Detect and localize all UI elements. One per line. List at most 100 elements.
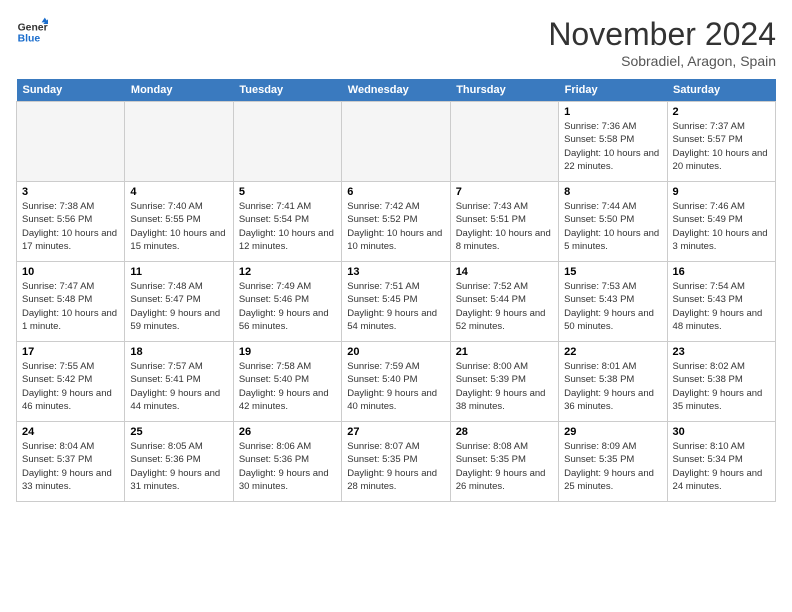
calendar-week-row: 10 Sunrise: 7:47 AMSunset: 5:48 PMDaylig… [17, 262, 776, 342]
logo-icon: General Blue [16, 16, 48, 48]
day-info: Sunrise: 7:47 AMSunset: 5:48 PMDaylight:… [22, 280, 119, 333]
day-number: 3 [22, 186, 119, 198]
day-info: Sunrise: 7:36 AMSunset: 5:58 PMDaylight:… [564, 120, 661, 173]
day-number: 12 [239, 266, 336, 278]
day-number: 17 [22, 346, 119, 358]
day-info: Sunrise: 7:58 AMSunset: 5:40 PMDaylight:… [239, 360, 336, 413]
calendar-week-row: 3 Sunrise: 7:38 AMSunset: 5:56 PMDayligh… [17, 182, 776, 262]
calendar-day-cell: 22 Sunrise: 8:01 AMSunset: 5:38 PMDaylig… [559, 342, 667, 422]
calendar-day-cell: 5 Sunrise: 7:41 AMSunset: 5:54 PMDayligh… [233, 182, 341, 262]
month-title: November 2024 [548, 16, 776, 53]
calendar-day-cell: 8 Sunrise: 7:44 AMSunset: 5:50 PMDayligh… [559, 182, 667, 262]
day-number: 11 [130, 266, 227, 278]
calendar-day-cell: 18 Sunrise: 7:57 AMSunset: 5:41 PMDaylig… [125, 342, 233, 422]
day-number: 9 [673, 186, 770, 198]
day-info: Sunrise: 7:54 AMSunset: 5:43 PMDaylight:… [673, 280, 770, 333]
calendar-day-cell [125, 102, 233, 182]
day-number: 7 [456, 186, 553, 198]
day-info: Sunrise: 7:53 AMSunset: 5:43 PMDaylight:… [564, 280, 661, 333]
location-subtitle: Sobradiel, Aragon, Spain [548, 53, 776, 69]
weekday-header: Saturday [667, 79, 775, 102]
calendar-day-cell: 12 Sunrise: 7:49 AMSunset: 5:46 PMDaylig… [233, 262, 341, 342]
calendar-day-cell: 25 Sunrise: 8:05 AMSunset: 5:36 PMDaylig… [125, 422, 233, 502]
day-info: Sunrise: 7:43 AMSunset: 5:51 PMDaylight:… [456, 200, 553, 253]
day-number: 27 [347, 426, 444, 438]
calendar-day-cell: 26 Sunrise: 8:06 AMSunset: 5:36 PMDaylig… [233, 422, 341, 502]
day-info: Sunrise: 7:41 AMSunset: 5:54 PMDaylight:… [239, 200, 336, 253]
day-number: 30 [673, 426, 770, 438]
day-number: 24 [22, 426, 119, 438]
day-number: 25 [130, 426, 227, 438]
day-info: Sunrise: 7:42 AMSunset: 5:52 PMDaylight:… [347, 200, 444, 253]
calendar-day-cell [450, 102, 558, 182]
day-number: 10 [22, 266, 119, 278]
day-number: 4 [130, 186, 227, 198]
day-info: Sunrise: 7:55 AMSunset: 5:42 PMDaylight:… [22, 360, 119, 413]
weekday-header-row: SundayMondayTuesdayWednesdayThursdayFrid… [17, 79, 776, 102]
calendar-day-cell [17, 102, 125, 182]
day-info: Sunrise: 8:01 AMSunset: 5:38 PMDaylight:… [564, 360, 661, 413]
day-info: Sunrise: 7:40 AMSunset: 5:55 PMDaylight:… [130, 200, 227, 253]
day-number: 15 [564, 266, 661, 278]
day-info: Sunrise: 7:46 AMSunset: 5:49 PMDaylight:… [673, 200, 770, 253]
day-info: Sunrise: 7:52 AMSunset: 5:44 PMDaylight:… [456, 280, 553, 333]
calendar-week-row: 1 Sunrise: 7:36 AMSunset: 5:58 PMDayligh… [17, 102, 776, 182]
calendar-day-cell: 23 Sunrise: 8:02 AMSunset: 5:38 PMDaylig… [667, 342, 775, 422]
day-number: 26 [239, 426, 336, 438]
day-number: 2 [673, 106, 770, 118]
day-info: Sunrise: 8:06 AMSunset: 5:36 PMDaylight:… [239, 440, 336, 493]
calendar-day-cell: 21 Sunrise: 8:00 AMSunset: 5:39 PMDaylig… [450, 342, 558, 422]
day-info: Sunrise: 8:05 AMSunset: 5:36 PMDaylight:… [130, 440, 227, 493]
day-number: 23 [673, 346, 770, 358]
calendar-day-cell: 17 Sunrise: 7:55 AMSunset: 5:42 PMDaylig… [17, 342, 125, 422]
calendar-day-cell: 13 Sunrise: 7:51 AMSunset: 5:45 PMDaylig… [342, 262, 450, 342]
calendar-day-cell: 7 Sunrise: 7:43 AMSunset: 5:51 PMDayligh… [450, 182, 558, 262]
calendar-day-cell: 6 Sunrise: 7:42 AMSunset: 5:52 PMDayligh… [342, 182, 450, 262]
calendar-table: SundayMondayTuesdayWednesdayThursdayFrid… [16, 79, 776, 502]
calendar-day-cell: 4 Sunrise: 7:40 AMSunset: 5:55 PMDayligh… [125, 182, 233, 262]
calendar-day-cell: 1 Sunrise: 7:36 AMSunset: 5:58 PMDayligh… [559, 102, 667, 182]
svg-text:General: General [18, 22, 48, 33]
day-number: 18 [130, 346, 227, 358]
calendar-day-cell: 19 Sunrise: 7:58 AMSunset: 5:40 PMDaylig… [233, 342, 341, 422]
calendar-day-cell: 3 Sunrise: 7:38 AMSunset: 5:56 PMDayligh… [17, 182, 125, 262]
calendar-day-cell: 11 Sunrise: 7:48 AMSunset: 5:47 PMDaylig… [125, 262, 233, 342]
day-number: 1 [564, 106, 661, 118]
logo: General Blue [16, 16, 48, 48]
calendar-day-cell: 16 Sunrise: 7:54 AMSunset: 5:43 PMDaylig… [667, 262, 775, 342]
header: General Blue November 2024 Sobradiel, Ar… [16, 16, 776, 69]
day-info: Sunrise: 8:00 AMSunset: 5:39 PMDaylight:… [456, 360, 553, 413]
weekday-header: Friday [559, 79, 667, 102]
day-number: 29 [564, 426, 661, 438]
day-number: 20 [347, 346, 444, 358]
day-info: Sunrise: 8:10 AMSunset: 5:34 PMDaylight:… [673, 440, 770, 493]
day-number: 21 [456, 346, 553, 358]
weekday-header: Wednesday [342, 79, 450, 102]
calendar-week-row: 17 Sunrise: 7:55 AMSunset: 5:42 PMDaylig… [17, 342, 776, 422]
calendar-day-cell: 10 Sunrise: 7:47 AMSunset: 5:48 PMDaylig… [17, 262, 125, 342]
day-info: Sunrise: 7:49 AMSunset: 5:46 PMDaylight:… [239, 280, 336, 333]
day-number: 16 [673, 266, 770, 278]
day-number: 14 [456, 266, 553, 278]
day-number: 13 [347, 266, 444, 278]
calendar-day-cell: 2 Sunrise: 7:37 AMSunset: 5:57 PMDayligh… [667, 102, 775, 182]
day-info: Sunrise: 8:07 AMSunset: 5:35 PMDaylight:… [347, 440, 444, 493]
calendar-day-cell: 28 Sunrise: 8:08 AMSunset: 5:35 PMDaylig… [450, 422, 558, 502]
day-info: Sunrise: 7:59 AMSunset: 5:40 PMDaylight:… [347, 360, 444, 413]
day-number: 6 [347, 186, 444, 198]
calendar-day-cell: 30 Sunrise: 8:10 AMSunset: 5:34 PMDaylig… [667, 422, 775, 502]
calendar-day-cell: 29 Sunrise: 8:09 AMSunset: 5:35 PMDaylig… [559, 422, 667, 502]
day-info: Sunrise: 7:48 AMSunset: 5:47 PMDaylight:… [130, 280, 227, 333]
calendar-day-cell: 20 Sunrise: 7:59 AMSunset: 5:40 PMDaylig… [342, 342, 450, 422]
day-number: 28 [456, 426, 553, 438]
day-info: Sunrise: 7:51 AMSunset: 5:45 PMDaylight:… [347, 280, 444, 333]
calendar-day-cell [233, 102, 341, 182]
weekday-header: Sunday [17, 79, 125, 102]
svg-text:Blue: Blue [18, 34, 41, 45]
day-number: 22 [564, 346, 661, 358]
day-info: Sunrise: 8:04 AMSunset: 5:37 PMDaylight:… [22, 440, 119, 493]
weekday-header: Thursday [450, 79, 558, 102]
day-number: 8 [564, 186, 661, 198]
day-number: 19 [239, 346, 336, 358]
day-info: Sunrise: 7:37 AMSunset: 5:57 PMDaylight:… [673, 120, 770, 173]
